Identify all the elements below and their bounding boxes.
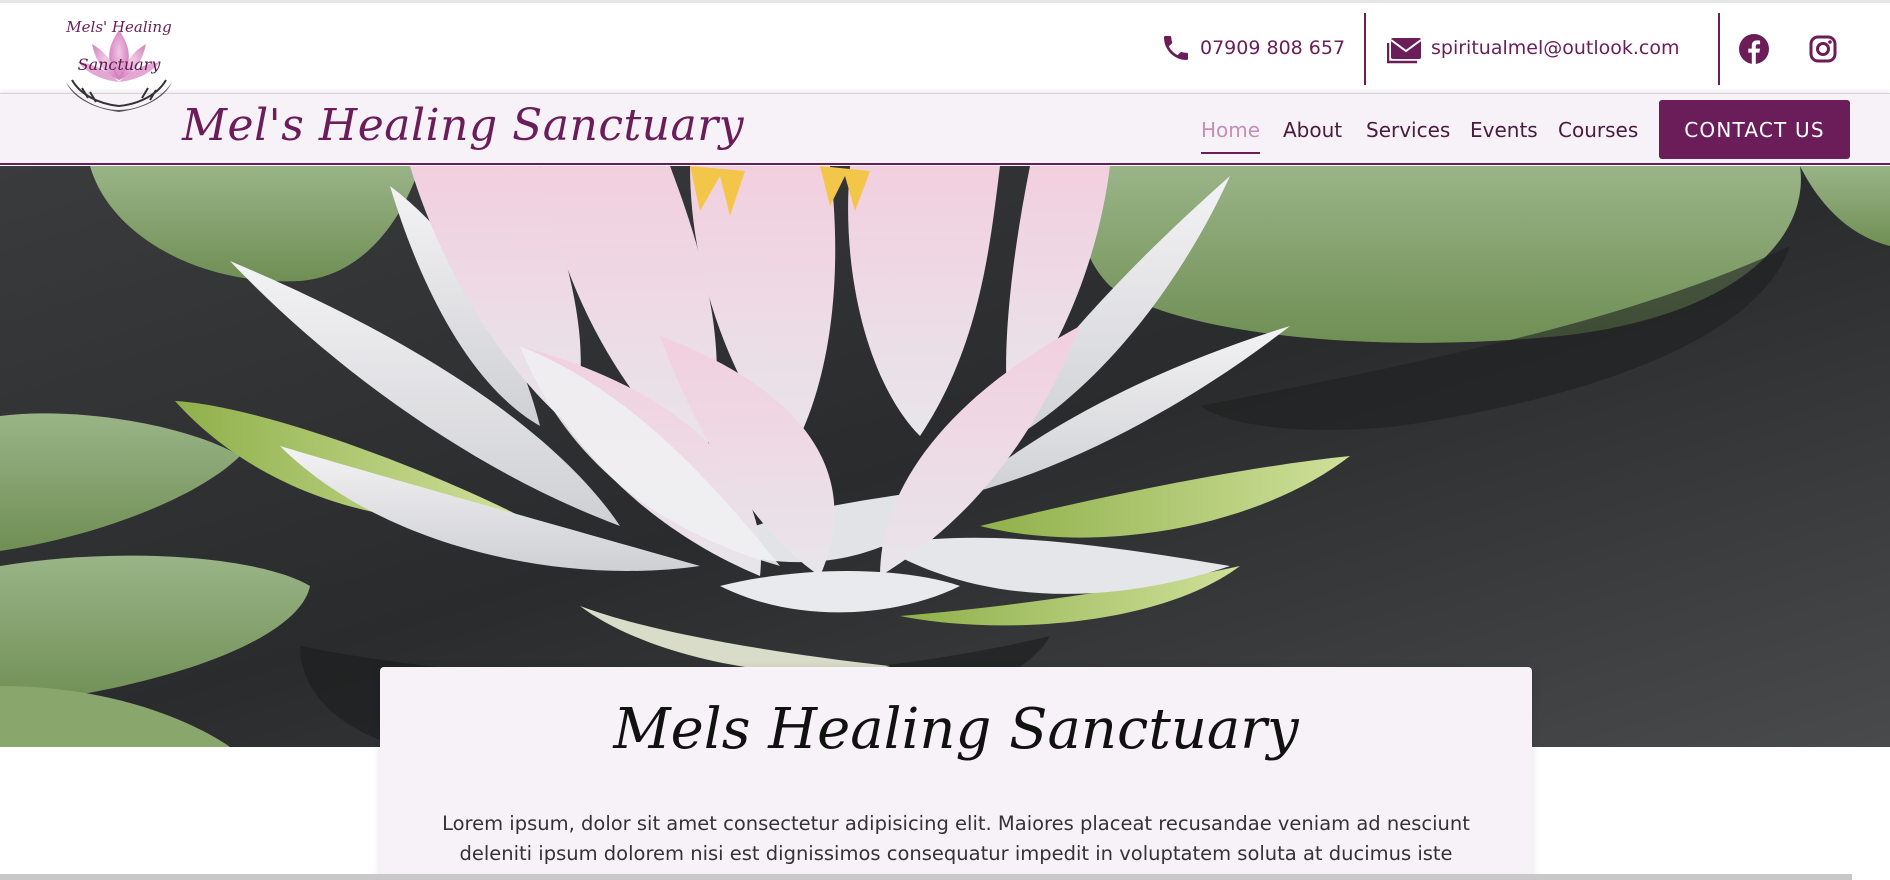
nav-courses[interactable]: Courses <box>1558 118 1638 142</box>
instagram-icon[interactable] <box>1808 34 1838 64</box>
phone-link[interactable]: 07909 808 657 <box>1160 3 1345 93</box>
logo-text-line2: Sanctuary <box>78 55 162 74</box>
hero-card-text: Lorem ipsum, dolor sit amet consectetur … <box>442 812 1470 865</box>
facebook-icon[interactable] <box>1739 34 1769 64</box>
main-navbar: Mel's Healing Sanctuary Home About Servi… <box>0 93 1890 165</box>
phone-icon <box>1164 36 1188 60</box>
envelope-icon <box>1387 38 1422 64</box>
topbar-divider <box>1364 13 1366 85</box>
hero-image <box>0 166 1890 747</box>
site-logo[interactable]: Mels' Healing Sanctuary <box>58 10 180 120</box>
nav-about[interactable]: About <box>1283 118 1342 142</box>
site-brand[interactable]: Mel's Healing Sanctuary <box>182 100 744 151</box>
horizontal-scrollbar[interactable] <box>0 874 1852 880</box>
logo-text-line1: Mels' Healing <box>65 18 171 36</box>
email-address: spiritualmel@outlook.com <box>1431 37 1680 59</box>
hero-card-title: Mels Healing Sanctuary <box>613 697 1299 762</box>
phone-number: 07909 808 657 <box>1200 37 1346 59</box>
hero-card: Mels Healing Sanctuary Lorem ipsum, dolo… <box>380 667 1532 880</box>
nav-services[interactable]: Services <box>1366 118 1450 142</box>
nav-home[interactable]: Home <box>1201 118 1261 154</box>
top-contact-bar: 07909 808 657 spiritualmel@outlook.com <box>0 3 1890 93</box>
contact-us-button[interactable]: CONTACT US <box>1659 100 1850 159</box>
topbar-divider <box>1718 13 1720 85</box>
nav-events[interactable]: Events <box>1470 118 1538 142</box>
email-link[interactable]: spiritualmel@outlook.com <box>1387 3 1679 93</box>
